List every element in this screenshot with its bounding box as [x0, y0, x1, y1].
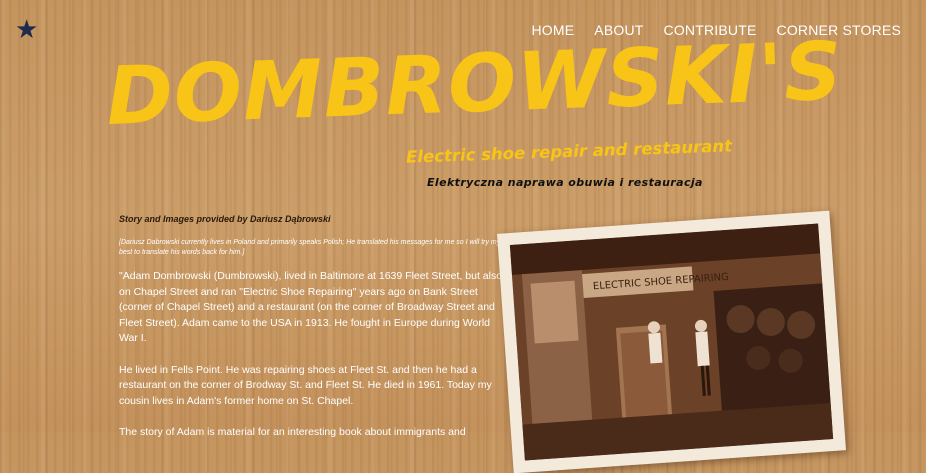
story-paragraph: He lived in Fells Point. He was repairin…: [119, 363, 492, 407]
historic-photo: ELECTRIC SHOE REPAIRING: [497, 210, 846, 473]
story-paragraph: The story of Adam is material for an int…: [119, 426, 466, 438]
shop-photo: ELECTRIC SHOE REPAIRING: [509, 223, 834, 461]
page-subtitle: Electric shoe repair and restaurant: [405, 136, 733, 167]
star-icon: ★: [15, 14, 39, 44]
polish-subtitle: Elektryczna naprawa obuwia i restauracja: [427, 176, 703, 189]
page-title: DOMBROWSKI'S: [104, 24, 845, 143]
story-paragraph: "Adam Dombrowski (Dumbrowski), lived in …: [119, 270, 503, 344]
story-credit: Story and Images provided by Dariusz Dąb…: [119, 214, 331, 224]
story-content: "Adam Dombrowski (Dumbrowski), lived in …: [119, 269, 511, 457]
translator-note: [Dariusz Dabrowski currently lives in Po…: [119, 239, 501, 256]
shop-interior-illustration: ELECTRIC SHOE REPAIRING: [509, 223, 834, 461]
